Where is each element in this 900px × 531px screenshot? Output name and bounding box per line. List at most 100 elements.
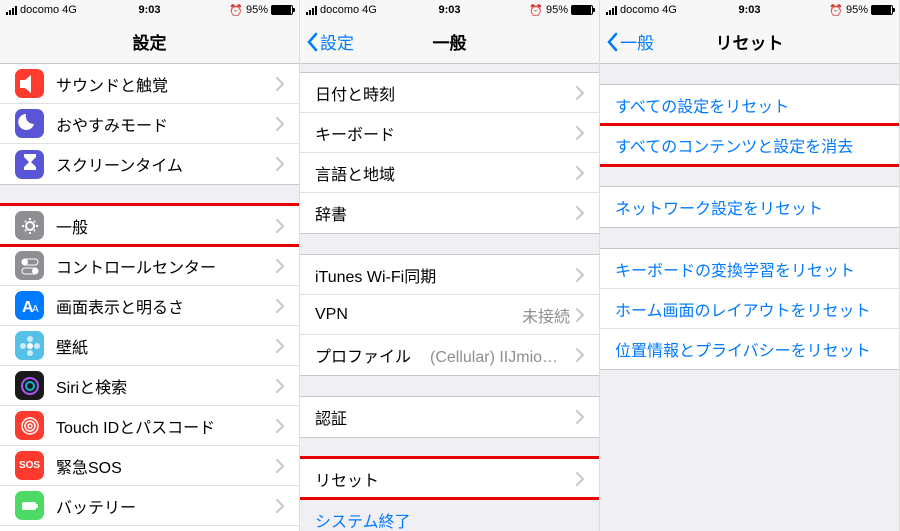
status-time: 9:03 [138, 4, 160, 16]
settings-row[interactable]: サウンドと触覚 [0, 64, 299, 104]
nav-bar: 設定 [0, 20, 299, 64]
list-row[interactable]: iTunes Wi-Fi同期 [300, 255, 599, 295]
group: 日付と時刻キーボード言語と地域辞書 [300, 72, 599, 234]
row-label: すべての設定をリセット [615, 93, 884, 117]
row-label: ホーム画面のレイアウトをリセット [615, 297, 884, 321]
group: ネットワーク設定をリセット [600, 186, 899, 228]
back-button[interactable]: 設定 [306, 29, 354, 54]
general-list[interactable]: 日付と時刻キーボード言語と地域辞書 iTunes Wi-Fi同期VPN未接続プロ… [300, 64, 599, 531]
battery-pct: 95% [846, 4, 868, 16]
shutdown-row[interactable]: システム終了 [300, 500, 599, 531]
status-time: 9:03 [738, 4, 760, 16]
chevron-right-icon [276, 299, 284, 313]
battery-pct: 95% [246, 4, 268, 16]
row-label: おやすみモード [56, 112, 276, 136]
status-bar: docomo 4G 9:03 ⏰ 95% [300, 0, 599, 20]
row-detail: 未接続 [522, 303, 570, 327]
row-label: 一般 [56, 214, 276, 238]
row-label: 日付と時刻 [315, 81, 576, 105]
screen-reset: docomo 4G 9:03 ⏰ 95% 一般 リセット すべての設定をリセット… [600, 0, 900, 531]
nav-bar: 一般 リセット [600, 20, 899, 64]
nav-bar: 設定 一般 [300, 20, 599, 64]
chevron-right-icon [276, 117, 284, 131]
group: サウンドと触覚おやすみモードスクリーンタイム [0, 64, 299, 185]
row-label: 壁紙 [56, 334, 276, 358]
group: キーボードの変換学習をリセットホーム画面のレイアウトをリセット位置情報とプライバ… [600, 248, 899, 370]
sound-icon [15, 69, 44, 98]
battery-icon [15, 491, 44, 520]
row-label: スクリーンタイム [56, 152, 276, 176]
list-row[interactable]: キーボード [300, 113, 599, 153]
settings-row[interactable]: AA画面表示と明るさ [0, 286, 299, 326]
list-row[interactable]: 辞書 [300, 193, 599, 233]
back-button[interactable]: 一般 [606, 29, 654, 54]
chevron-right-icon [576, 166, 584, 180]
hourglass-icon [15, 150, 44, 179]
settings-row[interactable]: おやすみモード [0, 104, 299, 144]
alarm-icon: ⏰ [529, 4, 543, 17]
chevron-right-icon [576, 206, 584, 220]
row-label: キーボードの変換学習をリセット [615, 257, 884, 281]
settings-row[interactable]: バッテリー [0, 486, 299, 526]
back-label: 設定 [320, 29, 354, 54]
settings-row[interactable]: プライバシー [0, 526, 299, 531]
chevron-right-icon [276, 77, 284, 91]
row-detail: (Cellular) IIJmioモバイルサ… [430, 343, 570, 367]
status-time: 9:03 [438, 4, 460, 16]
list-row[interactable]: プロファイル(Cellular) IIJmioモバイルサ… [300, 335, 599, 375]
status-bar: docomo 4G 9:03 ⏰ 95% [0, 0, 299, 20]
settings-row[interactable]: Siriと検索 [0, 366, 299, 406]
row-label: Siriと検索 [56, 374, 276, 398]
settings-list[interactable]: サウンドと触覚おやすみモードスクリーンタイム 一般コントロールセンター AA画面表… [0, 64, 299, 531]
list-row[interactable]: キーボードの変換学習をリセット [600, 249, 899, 289]
signal-icon [306, 6, 317, 15]
settings-row[interactable]: コントロールセンター [0, 246, 299, 286]
list-row[interactable]: リセット [300, 459, 599, 499]
row-label: コントロールセンター [56, 254, 276, 278]
list-row[interactable]: ネットワーク設定をリセット [600, 187, 899, 227]
row-label: VPN [315, 306, 522, 324]
chevron-right-icon [576, 410, 584, 424]
touchid-icon [15, 411, 44, 440]
row-label: リセット [315, 467, 576, 491]
switches-icon [15, 251, 44, 280]
sos-icon: SOS [15, 451, 44, 480]
screen-general: docomo 4G 9:03 ⏰ 95% 設定 一般 日付と時刻キーボード言語と… [300, 0, 600, 531]
row-label: 位置情報とプライバシーをリセット [615, 337, 884, 361]
back-label: 一般 [620, 29, 654, 54]
row-label: 緊急SOS [56, 454, 276, 478]
list-row[interactable]: 日付と時刻 [300, 73, 599, 113]
alarm-icon: ⏰ [829, 4, 843, 17]
list-row[interactable]: 認証 [300, 397, 599, 437]
list-row[interactable]: すべてのコンテンツと設定を消去 [600, 125, 899, 165]
battery-icon [871, 5, 893, 15]
chevron-left-icon [306, 32, 318, 52]
signal-icon [606, 6, 617, 15]
settings-row[interactable]: スクリーンタイム [0, 144, 299, 184]
list-row[interactable]: すべての設定をリセット [600, 85, 899, 125]
settings-row[interactable]: Touch IDとパスコード [0, 406, 299, 446]
row-label: 画面表示と明るさ [56, 294, 276, 318]
chevron-left-icon [606, 32, 618, 52]
shutdown-label: システム終了 [315, 508, 584, 531]
alarm-icon: ⏰ [229, 4, 243, 17]
page-title: リセット [716, 29, 784, 54]
list-row[interactable]: VPN未接続 [300, 295, 599, 335]
reset-list[interactable]: すべての設定をリセットすべてのコンテンツと設定を消去 ネットワーク設定をリセット… [600, 64, 899, 531]
settings-row[interactable]: SOS 緊急SOS [0, 446, 299, 486]
list-row[interactable]: ホーム画面のレイアウトをリセット [600, 289, 899, 329]
flower-icon [15, 331, 44, 360]
chevron-right-icon [276, 219, 284, 233]
group: リセット [300, 458, 599, 500]
list-row[interactable]: 言語と地域 [300, 153, 599, 193]
settings-row[interactable]: 壁紙 [0, 326, 299, 366]
chevron-right-icon [276, 157, 284, 171]
settings-row[interactable]: 一般 [0, 206, 299, 246]
row-label: サウンドと触覚 [56, 72, 276, 96]
row-label: iTunes Wi-Fi同期 [315, 263, 576, 287]
chevron-right-icon [276, 379, 284, 393]
chevron-right-icon [576, 308, 584, 322]
chevron-right-icon [276, 459, 284, 473]
row-label: プロファイル [315, 343, 430, 367]
list-row[interactable]: 位置情報とプライバシーをリセット [600, 329, 899, 369]
